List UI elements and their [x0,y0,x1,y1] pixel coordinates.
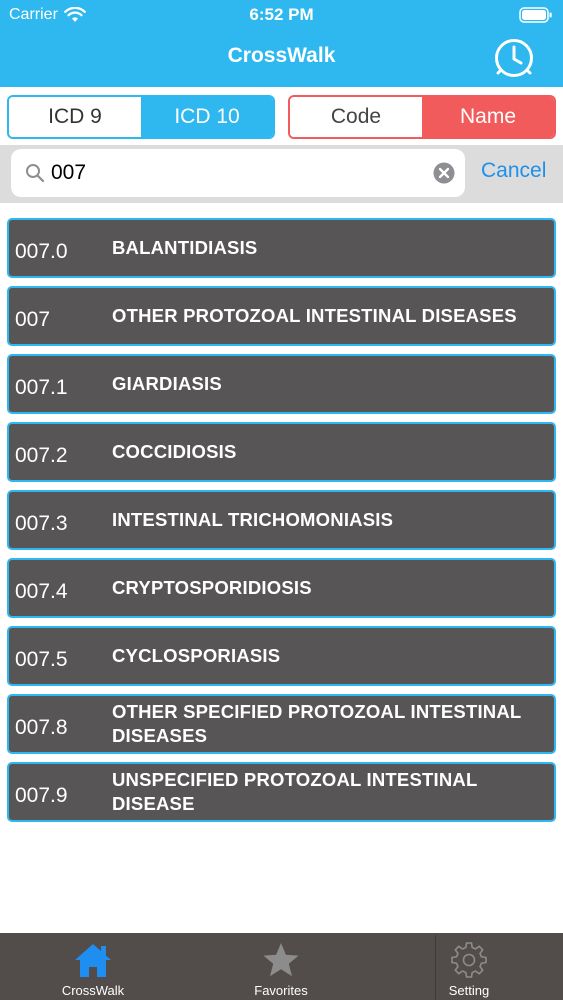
item-name: GIARDIASIS [112,373,222,394]
gear-icon [451,942,487,978]
list-item[interactable]: 007.3 INTESTINAL TRICHOMONIASIS [7,490,556,550]
item-code: 007.2 [15,444,68,467]
header: Carrier 6:52 PM CrossWalk [0,0,563,87]
battery-icon [519,7,552,23]
item-name: UNSPECIFIED PROTOZOAL INTESTINAL DISEASE [112,769,478,814]
search-icon [26,164,45,183]
search-box [11,149,465,197]
name-segment-button[interactable]: Name [422,97,554,137]
list-item[interactable]: 007.2 COCCIDIOSIS [7,422,556,482]
search-mode-segment: Code Name [288,95,556,139]
item-name: BALANTIDIASIS [112,237,258,258]
item-name: CRYPTOSPORIDIOSIS [112,577,312,598]
clear-icon[interactable] [433,162,455,184]
icd9-segment-button[interactable]: ICD 9 [9,97,141,137]
list-item[interactable]: 007.4 CRYPTOSPORIDIOSIS [7,558,556,618]
tab-favorites[interactable]: Favorites [206,933,356,1000]
star-icon [263,943,299,977]
list-item[interactable]: 007.9 UNSPECIFIED PROTOZOAL INTESTINAL D… [7,762,556,822]
icd10-segment-button[interactable]: ICD 10 [141,97,273,137]
item-code: 007.3 [15,512,68,535]
crosswalk-screen: Carrier 6:52 PM CrossWalk ICD 9 ICD 10 C… [0,0,563,1000]
item-code: 007.8 [15,716,68,739]
item-code: 007.5 [15,648,68,671]
status-time: 6:52 PM [249,5,314,24]
list-item[interactable]: 007 OTHER PROTOZOAL INTESTINAL DISEASES [7,286,556,346]
status-bar: Carrier 6:52 PM [0,0,563,30]
search-bar: Cancel [0,145,563,203]
cancel-button[interactable]: Cancel [481,159,546,183]
item-code: 007.4 [15,580,68,603]
tab-label: Setting [448,983,490,998]
tab-label: CrossWalk [61,983,125,998]
item-code: 007.0 [15,240,68,263]
item-code: 007.1 [15,376,68,399]
list-item[interactable]: 007.0 BALANTIDIASIS [7,218,556,278]
clock-icon[interactable] [493,37,535,79]
page-title: CrossWalk [227,44,336,67]
item-name: INTESTINAL TRICHOMONIASIS [112,509,394,530]
segment-controls: ICD 9 ICD 10 Code Name [0,87,563,145]
tab-crosswalk[interactable]: CrossWalk [18,933,168,1000]
list-item[interactable]: 007.5 CYCLOSPORIASIS [7,626,556,686]
tab-setting[interactable]: Setting [394,933,544,1000]
item-code: 007.9 [15,784,68,807]
code-system-segment: ICD 9 ICD 10 [7,95,275,139]
item-name: CYCLOSPORIASIS [112,645,281,666]
code-segment-button[interactable]: Code [290,97,422,137]
item-name: OTHER PROTOZOAL INTESTINAL DISEASES [112,305,517,326]
list-item[interactable]: 007.1 GIARDIASIS [7,354,556,414]
tab-bar: CrossWalk Favorites Setting [0,933,563,1000]
home-icon [75,944,111,977]
item-code: 007 [15,308,51,331]
tab-label: Favorites [254,983,308,998]
search-input[interactable] [51,157,431,189]
list-item[interactable]: 007.8 OTHER SPECIFIED PROTOZOAL INTESTIN… [7,694,556,754]
item-name: OTHER SPECIFIED PROTOZOAL INTESTINAL DIS… [112,701,522,746]
item-name: COCCIDIOSIS [112,441,237,462]
